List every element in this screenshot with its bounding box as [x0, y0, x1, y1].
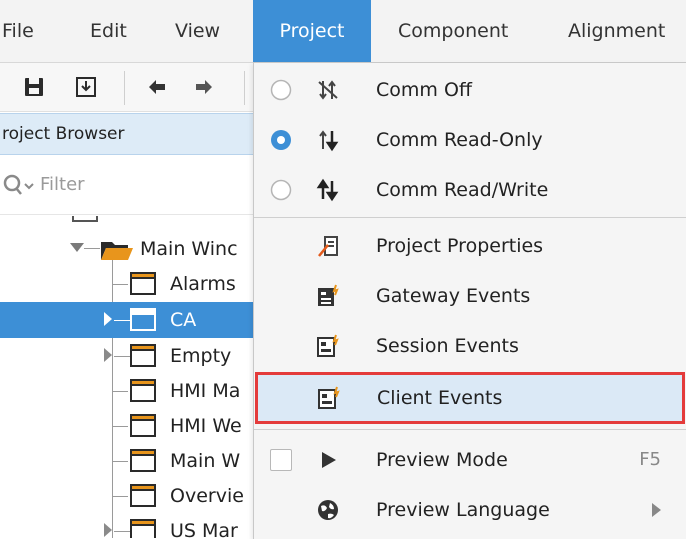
- tree-item[interactable]: Overvie: [0, 478, 255, 514]
- comm-read-write-icon: [316, 178, 340, 202]
- comm-read-only-icon: [316, 128, 340, 152]
- project-properties-icon: [316, 234, 340, 258]
- window-icon: [130, 519, 156, 538]
- tree-item[interactable]: HMI Ma: [0, 373, 255, 409]
- menu-item-comm-read-write[interactable]: Comm Read/Write: [254, 165, 686, 215]
- menu-alignment[interactable]: Alignment: [568, 0, 665, 62]
- collapse-arrow-icon[interactable]: [104, 523, 112, 537]
- menu-item-label: Comm Off: [376, 79, 472, 101]
- menu-item-label: Preview Mode: [376, 449, 508, 471]
- tree-item-label: Empty: [170, 345, 232, 367]
- tree-item-label: CA: [170, 309, 197, 331]
- tree-item[interactable]: Empty: [0, 338, 255, 374]
- save-all-icon[interactable]: [72, 73, 100, 101]
- menu-item-preview-mode[interactable]: Preview Mode F5: [254, 435, 686, 485]
- menu-item-label: Comm Read-Only: [376, 129, 543, 151]
- tree-item-partial: [72, 216, 98, 222]
- menu-bar: File Edit View Project Component Alignme…: [0, 0, 686, 63]
- tree-connector: [112, 284, 128, 285]
- tree-connector: [84, 248, 100, 249]
- tree-item[interactable]: Main W: [0, 443, 255, 479]
- radio-checked-icon[interactable]: [270, 129, 292, 151]
- folder-open-icon: [100, 239, 134, 261]
- radio-unchecked-icon[interactable]: [270, 79, 292, 101]
- menu-view[interactable]: View: [175, 0, 220, 62]
- menu-item-label: Comm Read/Write: [376, 179, 549, 201]
- filter-bar[interactable]: Filter: [0, 156, 255, 215]
- tree-connector: [114, 356, 130, 357]
- radio-unchecked-icon[interactable]: [270, 179, 292, 201]
- tree-item-selected[interactable]: CA: [0, 302, 255, 338]
- menu-item-comm-off[interactable]: Comm Off: [254, 65, 686, 115]
- menu-item-comm-read-only[interactable]: Comm Read-Only: [254, 115, 686, 165]
- search-icon[interactable]: [2, 172, 38, 198]
- tree-item-label: US Mar: [170, 520, 238, 538]
- tree-item-label: Overvie: [170, 485, 244, 507]
- menu-item-client-events[interactable]: Client Events: [255, 372, 685, 424]
- menu-item-gateway-events[interactable]: Gateway Events: [254, 271, 686, 321]
- checkbox-unchecked-icon[interactable]: [270, 449, 292, 471]
- menu-project[interactable]: Project: [253, 0, 371, 62]
- menu-item-label: Preview Language: [376, 499, 550, 521]
- filter-input[interactable]: Filter: [40, 156, 85, 214]
- menu-item-label: Session Events: [376, 335, 519, 357]
- menu-component[interactable]: Component: [398, 0, 508, 62]
- menu-item-label: Gateway Events: [376, 285, 531, 307]
- collapse-arrow-icon[interactable]: [104, 348, 112, 362]
- tree-item-label: Main W: [170, 450, 241, 472]
- tree-folder-main-windows[interactable]: Main Winc: [0, 231, 255, 267]
- undo-icon[interactable]: [143, 73, 171, 101]
- submenu-arrow-icon: [652, 503, 661, 517]
- save-icon[interactable]: [20, 73, 48, 101]
- tree-connector: [112, 426, 128, 427]
- window-icon: [130, 308, 156, 331]
- tree-connector: [114, 320, 130, 321]
- tree-connector: [114, 531, 130, 532]
- tree-item-label: Main Winc: [140, 238, 238, 260]
- tree-item-label: Alarms: [170, 273, 236, 295]
- tree-item[interactable]: HMI We: [0, 408, 255, 444]
- window-icon: [130, 414, 156, 437]
- comm-off-icon: [316, 78, 340, 102]
- collapse-arrow-icon[interactable]: [104, 312, 112, 326]
- menu-separator: [254, 217, 686, 218]
- window-icon: [130, 344, 156, 367]
- menu-item-label: Client Events: [377, 387, 503, 409]
- menu-separator: [254, 429, 686, 430]
- window-icon: [130, 449, 156, 472]
- toolbar: [0, 63, 255, 112]
- play-icon: [316, 448, 340, 472]
- tree-item[interactable]: US Mar: [0, 513, 255, 538]
- tree-connector: [112, 391, 128, 392]
- menu-item-label: Project Properties: [376, 235, 544, 257]
- redo-icon[interactable]: [190, 73, 218, 101]
- menu-file[interactable]: File: [2, 0, 34, 62]
- tree-item-label: HMI Ma: [170, 380, 241, 402]
- window-icon: [130, 379, 156, 402]
- window-icon: [130, 272, 156, 295]
- tree-connector: [112, 496, 128, 497]
- project-browser-title: roject Browser: [0, 113, 257, 155]
- session-events-icon: [316, 334, 340, 358]
- menu-edit[interactable]: Edit: [90, 0, 127, 62]
- gateway-events-icon: [316, 284, 340, 308]
- tree-item[interactable]: Alarms: [0, 266, 255, 302]
- shortcut-label: F5: [639, 449, 661, 470]
- toolbar-separator: [244, 71, 245, 105]
- menu-item-project-properties[interactable]: Project Properties: [254, 221, 686, 271]
- project-menu-dropdown: Comm Off Comm Read-Only Comm Read/Write …: [253, 62, 686, 539]
- tree-item-label: HMI We: [170, 415, 242, 437]
- client-events-icon: [317, 386, 341, 410]
- menu-item-preview-language[interactable]: Preview Language: [254, 485, 686, 535]
- project-tree: Main Winc Alarms CA Empty HMI Ma HMI We …: [0, 216, 255, 538]
- toolbar-separator: [124, 71, 125, 105]
- menu-item-session-events[interactable]: Session Events: [254, 321, 686, 371]
- expand-arrow-icon[interactable]: [70, 243, 84, 252]
- tree-connector: [112, 461, 128, 462]
- window-icon: [130, 484, 156, 507]
- globe-icon: [316, 498, 340, 522]
